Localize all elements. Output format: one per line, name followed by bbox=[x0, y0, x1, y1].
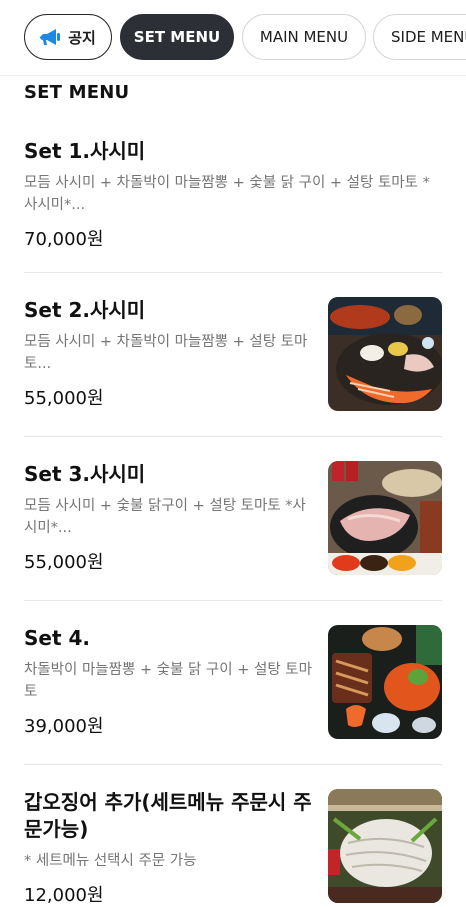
menu-item-set-2[interactable]: Set 2.사시미 모듬 사시미 + 차돌박이 마늘짬뽕 + 설탕 토마토...… bbox=[24, 297, 442, 411]
menu-item-set-1[interactable]: Set 1.사시미 모듬 사시미 + 차돌박이 마늘짬뽕 + 숯불 닭 구이 +… bbox=[24, 138, 442, 251]
tab-main-menu[interactable]: MAIN MENU bbox=[242, 14, 366, 60]
menu-item-set-3[interactable]: Set 3.사시미 모듬 사시미 + 숯불 닭구이 + 설탕 토마토 *사시미*… bbox=[24, 461, 442, 575]
item-price: 55,000원 bbox=[24, 552, 104, 573]
tab-notice[interactable]: 공지 bbox=[24, 14, 112, 60]
tab-side-menu[interactable]: SIDE MENU bbox=[373, 14, 466, 60]
divider bbox=[24, 764, 442, 765]
item-name: Set 4. bbox=[24, 626, 91, 650]
item-price: 12,000원 bbox=[24, 885, 104, 906]
item-price: 70,000원 bbox=[24, 229, 104, 250]
divider bbox=[24, 272, 442, 273]
item-name: Set 3.사시미 bbox=[24, 462, 146, 486]
section-title: SET MENU bbox=[24, 82, 130, 103]
divider bbox=[24, 436, 442, 437]
item-description: 차돌박이 마늘짬뽕 + 숯불 닭 구이 + 설탕 토마토 bbox=[24, 662, 312, 700]
cuttlefish-food-photo bbox=[328, 789, 442, 903]
item-price: 55,000원 bbox=[24, 388, 104, 409]
category-tabs: 공지 SET MENU MAIN MENU SIDE MENU bbox=[0, 0, 466, 76]
item-description: * 세트메뉴 선택시 주문 가능 bbox=[24, 853, 197, 869]
megaphone-icon bbox=[40, 29, 61, 45]
menu-item-cuttlefish-addon[interactable]: 갑오징어 추가(세트메뉴 주문시 주문가능) * 세트메뉴 선택시 주문 가능 … bbox=[24, 789, 442, 907]
tab-notice-label: 공지 bbox=[68, 28, 96, 47]
divider bbox=[24, 600, 442, 601]
item-description: 모듬 사시미 + 차돌박이 마늘짬뽕 + 설탕 토마토... bbox=[24, 334, 308, 372]
item-price: 39,000원 bbox=[24, 716, 104, 737]
item-name: Set 1.사시미 bbox=[24, 139, 146, 163]
tab-set-menu[interactable]: SET MENU bbox=[120, 14, 234, 60]
item-description: 모듬 사시미 + 숯불 닭구이 + 설탕 토마토 *사시미*... bbox=[24, 498, 306, 536]
item-description: 모듬 사시미 + 차돌박이 마늘짬뽕 + 숯불 닭 구이 + 설탕 토마토 *사… bbox=[24, 175, 430, 213]
menu-item-set-4[interactable]: Set 4. 차돌박이 마늘짬뽕 + 숯불 닭 구이 + 설탕 토마토 39,0… bbox=[24, 625, 442, 739]
item-name: 갑오징어 추가(세트메뉴 주문시 주문가능) bbox=[24, 790, 312, 841]
item-name: Set 2.사시미 bbox=[24, 298, 146, 322]
set-4-food-photo bbox=[328, 625, 442, 739]
set-3-food-photo bbox=[328, 461, 442, 575]
set-2-food-photo bbox=[328, 297, 442, 411]
